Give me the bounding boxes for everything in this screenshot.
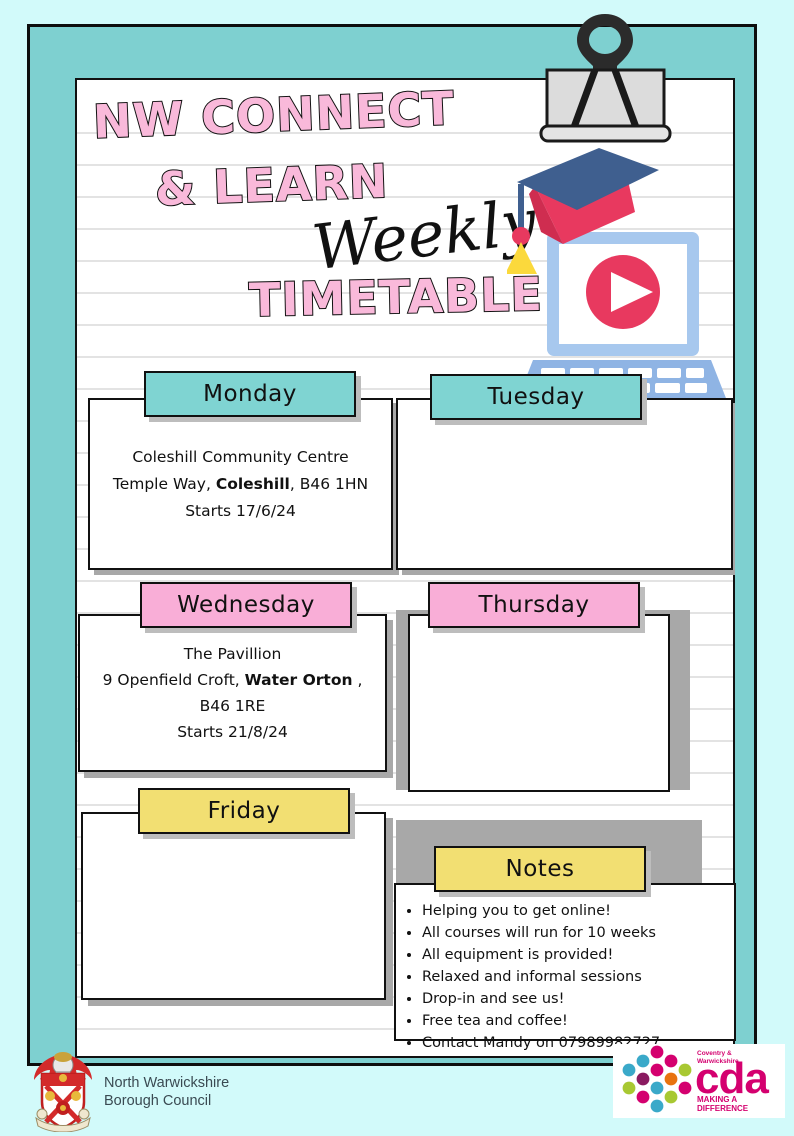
day-header-thursday-label: Thursday	[478, 592, 590, 618]
friday-box	[81, 812, 386, 1000]
notes-header: Notes	[434, 846, 646, 892]
note-item: All equipment is provided!	[422, 945, 724, 966]
binder-clip-icon	[531, 8, 679, 148]
day-header-friday: Friday	[138, 788, 350, 834]
council-line-1: North Warwickshire	[104, 1075, 230, 1091]
monday-text: Coleshill Community Centre Temple Way, C…	[90, 444, 391, 525]
wednesday-line-3: B46 1RE	[199, 697, 266, 715]
day-header-friday-label: Friday	[207, 798, 281, 824]
day-header-tuesday-label: Tuesday	[487, 384, 585, 410]
notes-list: Helping you to get online! All courses w…	[422, 901, 724, 1055]
wednesday-town: Water Orton	[244, 671, 353, 689]
notes-header-label: Notes	[505, 856, 575, 882]
day-header-monday: Monday	[144, 371, 356, 417]
title-line-3: TIMETABLE	[247, 266, 544, 328]
monday-line-3: Starts 17/6/24	[185, 502, 296, 520]
monday-box: Coleshill Community Centre Temple Way, C…	[88, 398, 393, 570]
wednesday-line-2: 9 Openfield Croft, Water Orton ,	[80, 667, 385, 693]
monday-line-2-pre: Temple Way,	[112, 475, 216, 493]
tuesday-box	[396, 398, 733, 570]
note-item: All courses will run for 10 weeks	[422, 923, 724, 944]
wednesday-line-2-pre: 9 Openfield Croft,	[102, 671, 245, 689]
note-item: Relaxed and informal sessions	[422, 967, 724, 988]
council-line-2: Borough Council	[104, 1093, 212, 1109]
title-line-1: NW CONNECT	[91, 80, 456, 150]
note-item: Free tea and coffee!	[422, 1011, 724, 1032]
wednesday-line-1: The Pavillion	[183, 645, 282, 663]
day-header-thursday: Thursday	[428, 582, 640, 628]
cda-dot-diamond-icon	[619, 1045, 695, 1117]
note-item: Helping you to get online!	[422, 901, 724, 922]
cda-tagline: MAKING A DIFFERENCE	[697, 1095, 749, 1113]
day-header-wednesday: Wednesday	[140, 582, 352, 628]
day-header-wednesday-label: Wednesday	[177, 592, 315, 618]
thursday-box	[408, 614, 670, 792]
day-header-tuesday: Tuesday	[430, 374, 642, 420]
monday-line-1: Coleshill Community Centre	[132, 448, 349, 466]
wednesday-box: The Pavillion 9 Openfield Croft, Water O…	[78, 614, 387, 772]
council-name: North Warwickshire Borough Council	[104, 1074, 229, 1110]
cda-wordmark: Coventry & Warwickshire cda MAKING A DIF…	[695, 1044, 785, 1118]
day-header-monday-label: Monday	[203, 381, 297, 407]
monday-line-2: Temple Way, Coleshill, B46 1HN	[90, 471, 391, 498]
monday-line-2-post: , B46 1HN	[289, 475, 369, 493]
wednesday-line-4: Starts 21/8/24	[177, 723, 288, 741]
wednesday-text: The Pavillion 9 Openfield Croft, Water O…	[80, 641, 385, 745]
cda-logo: Coventry & Warwickshire cda MAKING A DIF…	[613, 1044, 785, 1118]
wednesday-line-2-post: ,	[352, 671, 363, 689]
note-item: Drop-in and see us!	[422, 989, 724, 1010]
notes-box: Helping you to get online! All courses w…	[394, 883, 736, 1051]
monday-town: Coleshill	[215, 475, 290, 493]
